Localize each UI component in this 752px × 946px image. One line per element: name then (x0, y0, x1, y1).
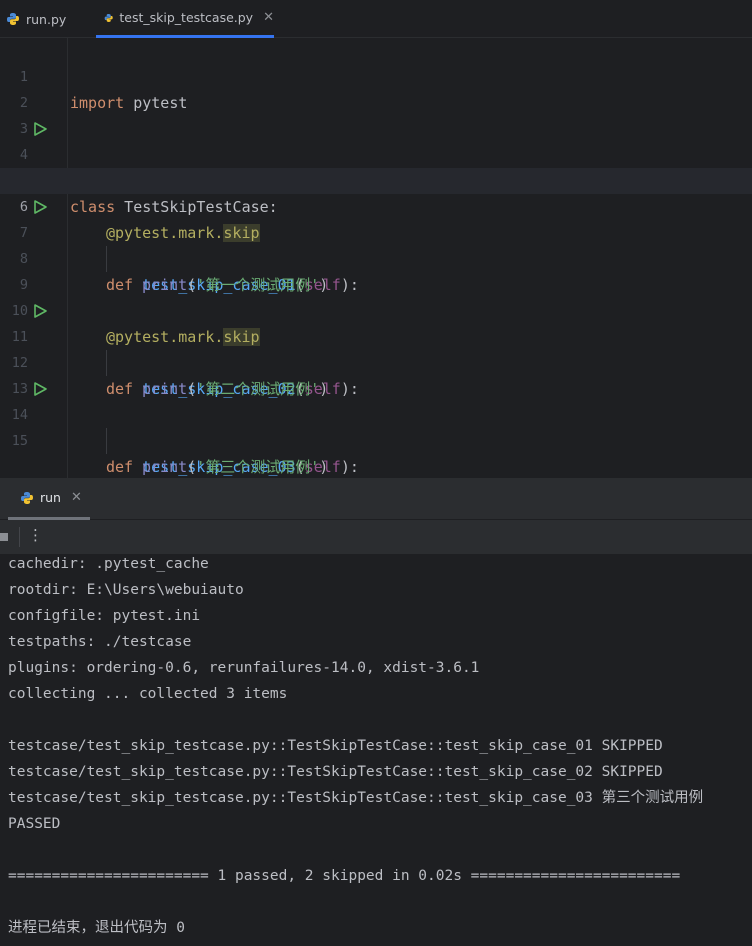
editor-tab-bar: run.py test_skip_testcase.py ✕ (0, 0, 752, 38)
code-punct: ) (319, 458, 329, 476)
code-line: 15 print('第三个测试用例') (0, 402, 752, 476)
console-line: collecting ... collected 3 items (8, 686, 288, 702)
code-keyword: def (106, 458, 134, 476)
code-builtin: print (142, 458, 188, 476)
code-line: 7 def test_skip_case_01(self): (0, 194, 752, 294)
console-line: PASSED (8, 816, 61, 832)
tab-run-py[interactable]: run.py (0, 0, 90, 38)
console-line: 进程已结束，退出代码为 0 (8, 920, 185, 936)
console-line: cachedir: .pytest_cache (8, 556, 209, 572)
python-icon (21, 491, 33, 504)
code-editor[interactable]: 1 import pytest 2 3 4 class TestSkipTest… (0, 38, 752, 478)
console-line: configfile: pytest.ini (8, 608, 201, 624)
run-toolbar: ⋮ (0, 520, 752, 554)
code-punct: ): (340, 458, 359, 476)
toolbar-separator (19, 527, 20, 547)
stop-icon[interactable] (0, 533, 8, 541)
code-line: 4 class TestSkipTestCase: (0, 116, 752, 216)
console-line: testcase/test_skip_testcase.py::TestSkip… (8, 738, 663, 754)
code-line: 8 print('第一个测试用例') (0, 220, 752, 294)
code-line: 5 (0, 142, 752, 189)
code-punct: ( (187, 458, 197, 476)
code-line: 2 (0, 64, 752, 111)
run-test-icon[interactable] (33, 122, 47, 136)
console-line: rootdir: E:\Users\webuiauto (8, 582, 244, 598)
console-output[interactable]: cachedir: .pytest_cache rootdir: E:\User… (0, 554, 752, 946)
tab-label: run.py (26, 11, 67, 27)
console-line: plugins: ordering-0.6, rerunfailures-14.… (8, 660, 480, 676)
indent-guide (106, 428, 107, 454)
close-icon[interactable]: ✕ (71, 490, 82, 505)
console-line: testcase/test_skip_testcase.py::TestSkip… (8, 764, 663, 780)
code-string: '第三个测试用例' (196, 458, 320, 476)
code-line: 10 @pytest.mark.skip (0, 272, 752, 346)
code-line: 11 def test_skip_case_02(self): (0, 298, 752, 398)
console-line: testpaths: ./testcase (8, 634, 192, 650)
more-options-icon[interactable]: ⋮ (28, 526, 43, 544)
tab-test-skip-testcase-py[interactable]: test_skip_testcase.py ✕ (96, 0, 274, 38)
close-icon[interactable]: ✕ (263, 10, 274, 25)
tab-run[interactable]: run ✕ (8, 478, 90, 520)
run-tool-window-header: run ✕ (0, 478, 752, 520)
code-line: 13 (0, 350, 752, 397)
code-line: 14 def test_skip_case_03(self): (0, 376, 752, 476)
code-line-current: 6 @pytest.mark.skip (0, 168, 752, 242)
tab-label: test_skip_testcase.py (119, 10, 254, 25)
python-icon (7, 13, 19, 25)
run-test-icon[interactable] (33, 200, 47, 214)
run-test-icon[interactable] (33, 304, 47, 318)
code-line: 12 print('第二个测试用例') (0, 324, 752, 398)
console-line: testcase/test_skip_testcase.py::TestSkip… (8, 790, 704, 806)
code-line: 3 (0, 90, 752, 137)
code-line: 9 (0, 246, 752, 293)
run-tab-label: run (40, 490, 61, 505)
code-line: 1 import pytest (0, 38, 752, 112)
line-number: 15 (11, 433, 28, 449)
python-icon (104, 13, 113, 22)
run-test-icon[interactable] (33, 382, 47, 396)
console-line: ======================= 1 passed, 2 skip… (8, 868, 681, 884)
